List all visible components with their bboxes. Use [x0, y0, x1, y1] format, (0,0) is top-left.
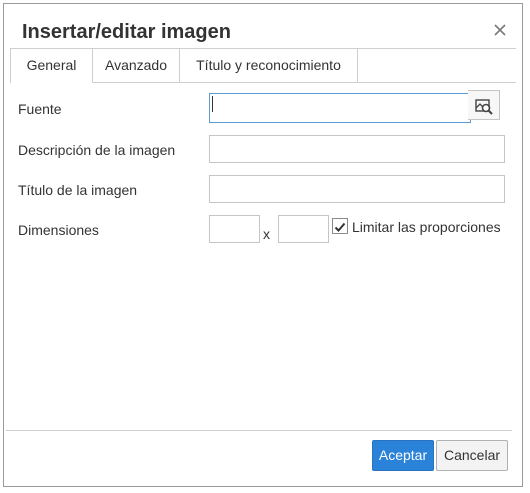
description-input[interactable] — [209, 135, 505, 163]
tab-advanced[interactable]: Avanzado — [93, 49, 180, 82]
tab-general[interactable]: General — [10, 49, 93, 83]
dimension-separator: x — [263, 226, 270, 242]
constrain-proportions-checkbox[interactable] — [332, 218, 348, 234]
source-label: Fuente — [18, 101, 62, 117]
image-title-input[interactable] — [209, 175, 505, 203]
text-cursor — [212, 96, 213, 112]
cancel-button[interactable]: Cancelar — [436, 440, 508, 471]
close-icon[interactable] — [492, 22, 508, 38]
checkmark-icon — [334, 220, 346, 238]
source-input[interactable] — [209, 93, 471, 123]
tab-bar: General Avanzado Título y reconocimiento — [10, 48, 516, 83]
dimensions-label: Dimensiones — [18, 222, 99, 238]
dialog-title: Insertar/editar imagen — [22, 21, 231, 43]
description-label: Descripción de la imagen — [18, 142, 176, 158]
browse-button[interactable] — [468, 90, 500, 120]
accept-button[interactable]: Aceptar — [372, 440, 434, 471]
insert-image-dialog: Insertar/editar imagen General Avanzado … — [3, 3, 523, 487]
footer-divider — [6, 430, 512, 431]
height-input[interactable] — [278, 215, 329, 243]
image-search-icon — [475, 97, 493, 120]
constrain-proportions-label[interactable]: Limitar las proporciones — [352, 219, 501, 235]
image-title-label: Título de la imagen — [18, 182, 138, 198]
tab-title-credits[interactable]: Título y reconocimiento — [180, 49, 358, 82]
width-input[interactable] — [209, 215, 260, 243]
